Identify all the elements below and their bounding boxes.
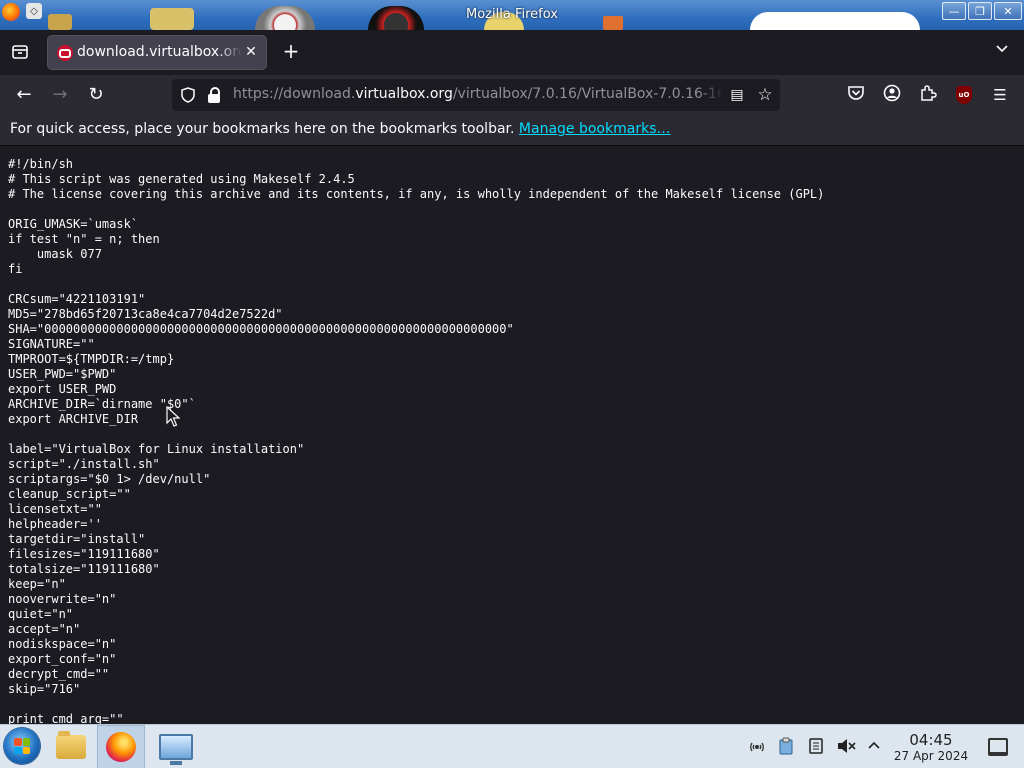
show-desktop-button[interactable]	[988, 738, 1008, 756]
pocket-icon[interactable]	[845, 84, 867, 106]
maximize-button[interactable]: ❐	[968, 2, 992, 20]
tab-active[interactable]: download.virtualbox.org/virtualbox/7.0.1…	[48, 36, 266, 69]
taskbar-clock[interactable]: 04:45 27 Apr 2024	[890, 731, 972, 764]
bookmarks-empty-message: For quick access, place your bookmarks h…	[10, 121, 519, 137]
volume-muted-icon[interactable]	[836, 737, 856, 757]
taskbar: 04:45 27 Apr 2024	[0, 724, 1024, 768]
tab-bar: download.virtualbox.org/virtualbox/7.0.1…	[0, 30, 1024, 75]
clock-time: 04:45	[909, 731, 953, 749]
url-prefix: https://download.	[233, 86, 356, 102]
firefox-view-icon[interactable]	[10, 43, 30, 63]
taskbar-file-manager[interactable]	[46, 725, 94, 768]
start-menu-button[interactable]	[4, 728, 40, 764]
extensions-icon[interactable]	[917, 84, 939, 106]
back-button[interactable]: ←	[12, 83, 36, 107]
notes-tray-icon[interactable]	[806, 737, 826, 757]
bookmark-star-icon[interactable]: ☆	[755, 85, 775, 105]
window-titlebar[interactable]: ◇ Mozilla Firefox — ❐ ✕	[0, 0, 1024, 30]
url-path: /virtualbox/7.0.16/VirtualBox-7.0.16-162…	[452, 86, 723, 102]
account-icon[interactable]	[881, 84, 903, 106]
monitor-icon	[159, 734, 193, 765]
taskbar-firefox[interactable]	[97, 725, 145, 768]
clock-date: 27 Apr 2024	[893, 749, 969, 763]
bookmarks-toolbar: For quick access, place your bookmarks h…	[0, 115, 1024, 146]
ublock-origin-icon[interactable]: uO	[956, 86, 972, 104]
forward-button[interactable]: →	[48, 83, 72, 107]
virtualbox-favicon-icon	[57, 45, 73, 61]
tracking-protection-shield-icon[interactable]	[180, 87, 196, 103]
windows-logo-icon	[14, 738, 30, 754]
url-domain: virtualbox.org	[355, 86, 453, 102]
url-bar[interactable]: https://download.virtualbox.org/virtualb…	[172, 79, 780, 111]
network-tray-icon[interactable]	[747, 737, 767, 757]
tray-expand-arrow-icon[interactable]	[864, 737, 884, 757]
reload-button[interactable]: ↻	[84, 83, 108, 107]
window-title: Mozilla Firefox	[466, 7, 558, 22]
clipboard-tray-icon[interactable]	[776, 737, 796, 757]
taskbar-system-monitor[interactable]	[148, 725, 196, 768]
script-text: #!/bin/sh # This script was generated us…	[8, 157, 825, 724]
new-tab-button[interactable]: +	[280, 40, 302, 62]
close-window-button[interactable]: ✕	[994, 2, 1022, 20]
minimize-button[interactable]: —	[942, 2, 966, 20]
firefox-icon	[106, 732, 136, 762]
lock-icon[interactable]	[206, 87, 222, 103]
page-content[interactable]: #!/bin/sh # This script was generated us…	[0, 146, 1024, 724]
navigation-toolbar: ← → ↻ https://download.virtualbox.org/vi…	[0, 75, 1024, 115]
reader-view-icon[interactable]: ▤	[728, 86, 746, 104]
list-all-tabs-button[interactable]	[992, 42, 1012, 62]
app-menu-icon[interactable]: ☰	[989, 84, 1011, 106]
folder-icon	[56, 731, 86, 759]
tab-close-button[interactable]: ✕	[242, 43, 260, 61]
tab-title: download.virtualbox.org/virtualbox/7.0.1…	[77, 44, 242, 60]
url-text[interactable]: https://download.virtualbox.org/virtualb…	[233, 86, 723, 102]
manage-bookmarks-link[interactable]: Manage bookmarks…	[519, 121, 671, 137]
